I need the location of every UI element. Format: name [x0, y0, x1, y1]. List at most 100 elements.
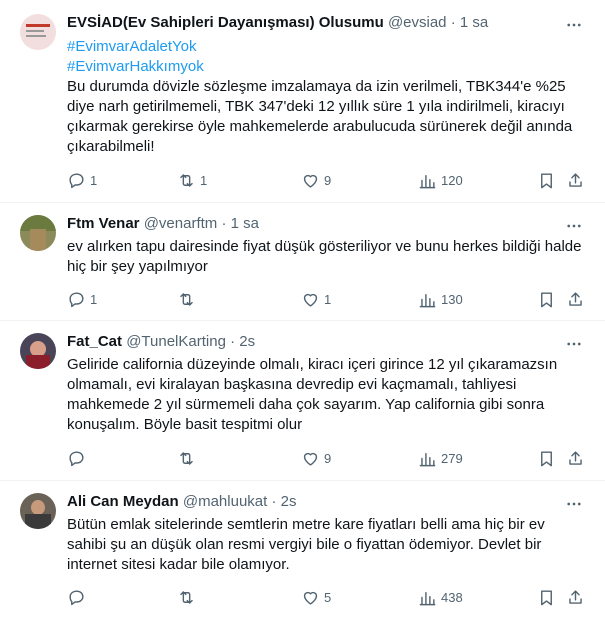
reply-count: 1 [90, 172, 98, 188]
heart-icon [303, 591, 318, 605]
retweet-count: 1 [200, 172, 208, 188]
view-count: 279 [441, 450, 463, 466]
display-name[interactable]: Ftm Venar [67, 215, 140, 232]
avatar[interactable] [20, 333, 56, 369]
retweet-button[interactable] [177, 448, 200, 468]
more-options-icon[interactable] [563, 333, 585, 355]
tweet[interactable]: EVSİAD(Ev Sahipleri Dayanışması) Olusumu… [0, 0, 605, 203]
views-chart-icon [419, 293, 436, 307]
tweet-header: EVSİAD(Ev Sahipleri Dayanışması) Olusumu… [67, 13, 488, 33]
tweet-header: Ftm Venar @venarftm · 1 sa [67, 214, 259, 234]
like-count: 5 [324, 589, 332, 605]
tweet[interactable]: Ali Can Meydan @mahluukat · 2s Bütün eml… [0, 481, 605, 624]
tweet-body: Bütün emlak sitelerinde semtlerin metre … [67, 516, 545, 573]
bookmark-button[interactable] [537, 170, 556, 190]
display-name[interactable]: EVSİAD(Ev Sahipleri Dayanışması) Olusumu [67, 14, 384, 31]
tweet-body: Geliride california düzeyinde olmalı, ki… [67, 356, 558, 433]
share-icon [569, 172, 582, 187]
reply-icon [69, 589, 84, 605]
timestamp[interactable]: 2s [239, 333, 255, 350]
heart-icon [303, 174, 318, 188]
views-button[interactable]: 279 [418, 448, 463, 468]
tweet-actions: 9 279 [67, 448, 587, 472]
bookmark-icon [541, 589, 552, 605]
views-button[interactable]: 438 [418, 587, 463, 607]
retweet-button[interactable]: 1 [177, 170, 207, 190]
share-icon [569, 589, 582, 604]
share-button[interactable] [566, 448, 585, 468]
retweet-icon [180, 292, 193, 306]
more-options-icon[interactable] [563, 14, 585, 36]
display-name[interactable]: Fat_Cat [67, 333, 122, 350]
separator-dot: · [450, 14, 456, 31]
retweet-icon [180, 590, 193, 604]
reply-button[interactable] [67, 587, 90, 607]
heart-icon [303, 452, 318, 466]
bookmark-button[interactable] [537, 587, 556, 607]
share-icon [569, 450, 582, 465]
share-icon [569, 291, 582, 306]
separator-dot: · [230, 333, 236, 350]
tweet-text: ev alırken tapu dairesinde fiyat düşük g… [67, 237, 587, 277]
view-count: 438 [441, 589, 463, 605]
reply-count: 1 [90, 291, 98, 307]
retweet-button[interactable] [177, 289, 200, 309]
like-button[interactable]: 9 [301, 448, 331, 468]
view-count: 120 [441, 172, 463, 188]
separator-dot: · [271, 493, 277, 510]
avatar[interactable] [20, 215, 56, 251]
share-button[interactable] [566, 587, 585, 607]
tweet-actions: 5 438 [67, 587, 587, 611]
tweet[interactable]: Fat_Cat @TunelKarting · 2s Geliride cali… [0, 321, 605, 481]
user-handle[interactable]: @evsiad [388, 14, 447, 31]
like-count: 9 [324, 172, 332, 188]
reply-icon [69, 291, 84, 307]
like-button[interactable]: 9 [301, 170, 331, 190]
tweet[interactable]: Ftm Venar @venarftm · 1 sa ev alırken ta… [0, 203, 605, 321]
views-button[interactable]: 130 [418, 289, 463, 309]
tweet-body: Bu durumda dövizle sözleşme imzalamaya d… [67, 78, 573, 155]
tweet-header: Ali Can Meydan @mahluukat · 2s [67, 492, 296, 512]
user-handle[interactable]: @mahluukat [183, 493, 267, 510]
retweet-icon [180, 451, 193, 465]
tweet-text: Bütün emlak sitelerinde semtlerin metre … [67, 515, 587, 575]
views-button[interactable]: 120 [418, 170, 463, 190]
tweet-actions: 1 1 130 [67, 289, 587, 313]
tweet-actions: 1 1 9 120 [67, 170, 587, 194]
retweet-icon [180, 173, 193, 187]
hashtag-link[interactable]: #EvimvarAdaletYok [67, 37, 587, 57]
tweet-text: Geliride california düzeyinde olmalı, ki… [67, 355, 587, 435]
reply-button[interactable]: 1 [67, 170, 97, 190]
like-button[interactable]: 5 [301, 587, 331, 607]
heart-icon [303, 293, 318, 307]
more-options-icon[interactable] [563, 215, 585, 237]
share-button[interactable] [566, 170, 585, 190]
bookmark-icon [541, 172, 552, 188]
views-chart-icon [419, 452, 436, 466]
timestamp[interactable]: 1 sa [460, 14, 488, 31]
hashtag-link[interactable]: #EvimvarHakkımyok [67, 57, 587, 77]
separator-dot: · [221, 215, 227, 232]
bookmark-button[interactable] [537, 289, 556, 309]
views-chart-icon [419, 591, 436, 605]
timestamp[interactable]: 2s [281, 493, 297, 510]
view-count: 130 [441, 291, 463, 307]
tweet-text: #EvimvarAdaletYok #EvimvarHakkımyok Bu d… [67, 37, 587, 157]
display-name[interactable]: Ali Can Meydan [67, 493, 179, 510]
avatar[interactable] [20, 493, 56, 529]
reply-icon [69, 450, 84, 466]
more-options-icon[interactable] [563, 493, 585, 515]
reply-icon [69, 172, 84, 188]
user-handle[interactable]: @venarftm [144, 215, 218, 232]
reply-button[interactable] [67, 448, 90, 468]
bookmark-button[interactable] [537, 448, 556, 468]
reply-button[interactable]: 1 [67, 289, 97, 309]
retweet-button[interactable] [177, 587, 200, 607]
tweet-body: ev alırken tapu dairesinde fiyat düşük g… [67, 238, 582, 275]
avatar[interactable] [20, 14, 56, 50]
share-button[interactable] [566, 289, 585, 309]
like-button[interactable]: 1 [301, 289, 331, 309]
user-handle[interactable]: @TunelKarting [126, 333, 226, 350]
timestamp[interactable]: 1 sa [231, 215, 259, 232]
like-count: 9 [324, 450, 332, 466]
